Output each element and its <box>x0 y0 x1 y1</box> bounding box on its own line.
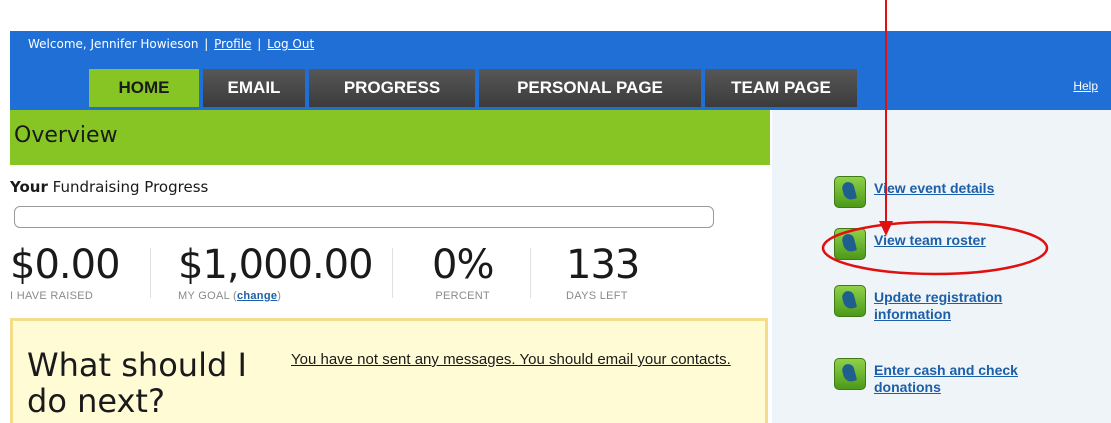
stat-percent: 0% PERCENT <box>432 242 494 302</box>
tab-email[interactable]: EMAIL <box>203 69 305 107</box>
progress-bar <box>14 206 714 228</box>
sidebar-item-update-registration[interactable]: Update registration information <box>834 285 1064 323</box>
stat-days-left: 133 DAYS LEFT <box>566 242 640 302</box>
days-left-label: DAYS LEFT <box>566 290 628 302</box>
raised-value: $0.00 <box>10 242 121 288</box>
sidebar-item-enter-donations[interactable]: Enter cash and check donations <box>834 358 1064 396</box>
percent-value: 0% <box>432 242 494 288</box>
view-team-roster-link[interactable]: View team roster <box>874 232 986 249</box>
sidebar-item-view-event-details[interactable]: View event details <box>834 176 994 208</box>
tab-progress[interactable]: PROGRESS <box>309 69 475 107</box>
goal-label-text: MY GOAL <box>178 290 230 302</box>
update-registration-link[interactable]: Update registration information <box>874 289 1064 323</box>
runner-icon <box>834 358 866 390</box>
progress-heading: Your Fundraising Progress <box>10 178 208 196</box>
stat-raised: $0.00 I HAVE RAISED <box>10 242 121 302</box>
change-goal-link[interactable]: change <box>237 290 277 302</box>
divider <box>530 248 531 298</box>
page-title: Overview <box>14 123 118 148</box>
next-steps-box: What should I do next? You have not sent… <box>10 318 768 423</box>
goal-value: $1,000.00 <box>178 242 374 288</box>
enter-donations-link[interactable]: Enter cash and check donations <box>874 362 1064 396</box>
stat-goal: $1,000.00 MY GOAL (change) <box>178 242 374 302</box>
tab-team-page[interactable]: TEAM PAGE <box>705 69 857 107</box>
progress-heading-bold: Your <box>10 178 48 196</box>
divider <box>392 248 393 298</box>
view-event-details-link[interactable]: View event details <box>874 180 994 197</box>
runner-icon <box>834 285 866 317</box>
divider <box>150 248 151 298</box>
header-bar: Welcome, Jennifer Howieson | Profile | L… <box>10 31 1111 110</box>
runner-icon <box>834 176 866 208</box>
send-email-link[interactable]: You have not sent any messages. You shou… <box>291 349 761 370</box>
next-steps-heading-text: What should I do next? <box>27 346 247 420</box>
overview-bar: Overview <box>10 110 770 165</box>
days-left-value: 133 <box>566 242 640 288</box>
welcome-text: Welcome, Jennifer Howieson <box>28 37 199 51</box>
runner-icon <box>834 228 866 260</box>
tab-home[interactable]: HOME <box>89 69 199 107</box>
progress-heading-text: Fundraising Progress <box>52 178 209 196</box>
next-steps-heading: What should I do next? <box>27 347 267 419</box>
sidebar-item-view-team-roster[interactable]: View team roster <box>834 228 986 260</box>
welcome-bar: Welcome, Jennifer Howieson | Profile | L… <box>28 37 315 51</box>
logout-link[interactable]: Log Out <box>267 37 314 51</box>
goal-label: MY GOAL (change) <box>178 290 282 302</box>
profile-link[interactable]: Profile <box>214 37 251 51</box>
raised-label: I HAVE RAISED <box>10 290 94 302</box>
help-link[interactable]: Help <box>1073 79 1098 93</box>
percent-label: PERCENT <box>435 290 491 302</box>
tab-personal-page[interactable]: PERSONAL PAGE <box>479 69 701 107</box>
